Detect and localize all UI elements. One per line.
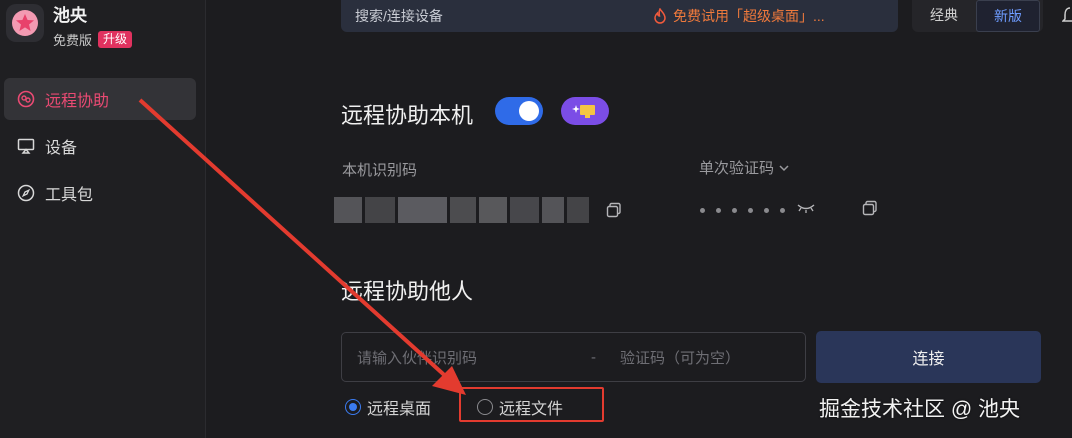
radio-remote-desktop[interactable]: 远程桌面 [345, 395, 431, 419]
verify-code-input[interactable]: 验证码（可为空） [620, 347, 740, 368]
screen-share-button[interactable] [561, 97, 609, 125]
promo-text: 免费试用「超级桌面」... [673, 8, 825, 24]
sidebar-nav: 远程协助 设备 工具包 [4, 78, 196, 219]
mask-dot [700, 207, 705, 213]
promo-banner[interactable]: 免费试用「超级桌面」... [653, 6, 825, 26]
sidebar-item-remote-assist[interactable]: 远程协助 [4, 78, 196, 120]
mask-dot [748, 207, 753, 213]
radio-label: 远程桌面 [367, 401, 432, 418]
device-code-label: 本机识别码 [342, 162, 418, 179]
redaction-block [364, 197, 395, 223]
redaction-block [334, 197, 362, 223]
mask-dot [716, 207, 721, 213]
app-name: 池央 [53, 6, 87, 25]
star-logo-icon [12, 10, 38, 36]
chevron-down-icon [779, 164, 789, 171]
redaction-block [478, 197, 507, 223]
connect-button[interactable]: 连接 [816, 331, 1041, 383]
sidebar-item-devices[interactable]: 设备 [4, 125, 196, 167]
eye-closed-icon[interactable] [796, 201, 816, 219]
edition-label: 免费版 [53, 33, 93, 48]
compass-icon [16, 183, 36, 203]
connection-input-group: 请输入伙伴识别码 - 验证码（可为空） [341, 332, 806, 382]
sidebar: 池央 免费版 升级 远程协助 设备 工具包 [0, 0, 206, 438]
fire-icon [654, 8, 666, 24]
redaction-block [509, 197, 540, 223]
device-code-redacted [334, 190, 592, 230]
redaction-block [567, 197, 590, 223]
remote-assist-title: 远程协助他人 [341, 279, 474, 304]
brand: 池央 免费版 升级 [6, 4, 133, 49]
screen-sparkle-icon [572, 105, 595, 118]
redaction-block [397, 197, 448, 223]
radio-checked-icon [345, 399, 361, 415]
remote-assist-icon [16, 89, 36, 109]
verify-code-label: 单次验证码 [699, 160, 775, 177]
copy-device-code-icon[interactable] [606, 202, 622, 223]
search-label: 搜索/连接设备 [355, 8, 443, 24]
monitor-icon [16, 136, 36, 156]
local-assist-title: 远程协助本机 [341, 103, 474, 128]
mask-dot [764, 207, 769, 213]
bell-icon[interactable] [1061, 6, 1072, 31]
watermark: 掘金技术社区 @ 池央 [819, 398, 1020, 421]
mask-dot [780, 207, 785, 213]
redaction-block [450, 197, 476, 223]
sidebar-item-toolkit[interactable]: 工具包 [4, 172, 196, 214]
upgrade-badge[interactable]: 升级 [98, 31, 133, 48]
mode-new-button[interactable]: 新版 [976, 0, 1040, 32]
sidebar-item-label: 远程协助 [45, 93, 110, 110]
toggle-knob [519, 101, 539, 121]
sidebar-item-label: 设备 [45, 140, 78, 157]
mask-dot [732, 207, 737, 213]
sidebar-item-label: 工具包 [45, 187, 94, 204]
input-separator: - [591, 348, 596, 366]
mode-classic-button[interactable]: 经典 [912, 0, 976, 32]
copy-verify-code-icon[interactable] [862, 200, 878, 221]
local-assist-toggle[interactable] [495, 97, 543, 125]
app-logo [6, 4, 44, 42]
verify-code-masked [700, 201, 816, 219]
mode-switch: 经典 新版 [912, 0, 1043, 32]
verify-code-dropdown[interactable]: 单次验证码 [699, 157, 790, 178]
annotation-highlight-box [459, 387, 604, 422]
search-bar[interactable]: 搜索/连接设备 免费试用「超级桌面」... [341, 0, 898, 32]
partner-code-input[interactable]: 请输入伙伴识别码 [357, 347, 477, 368]
redaction-block [542, 197, 565, 223]
